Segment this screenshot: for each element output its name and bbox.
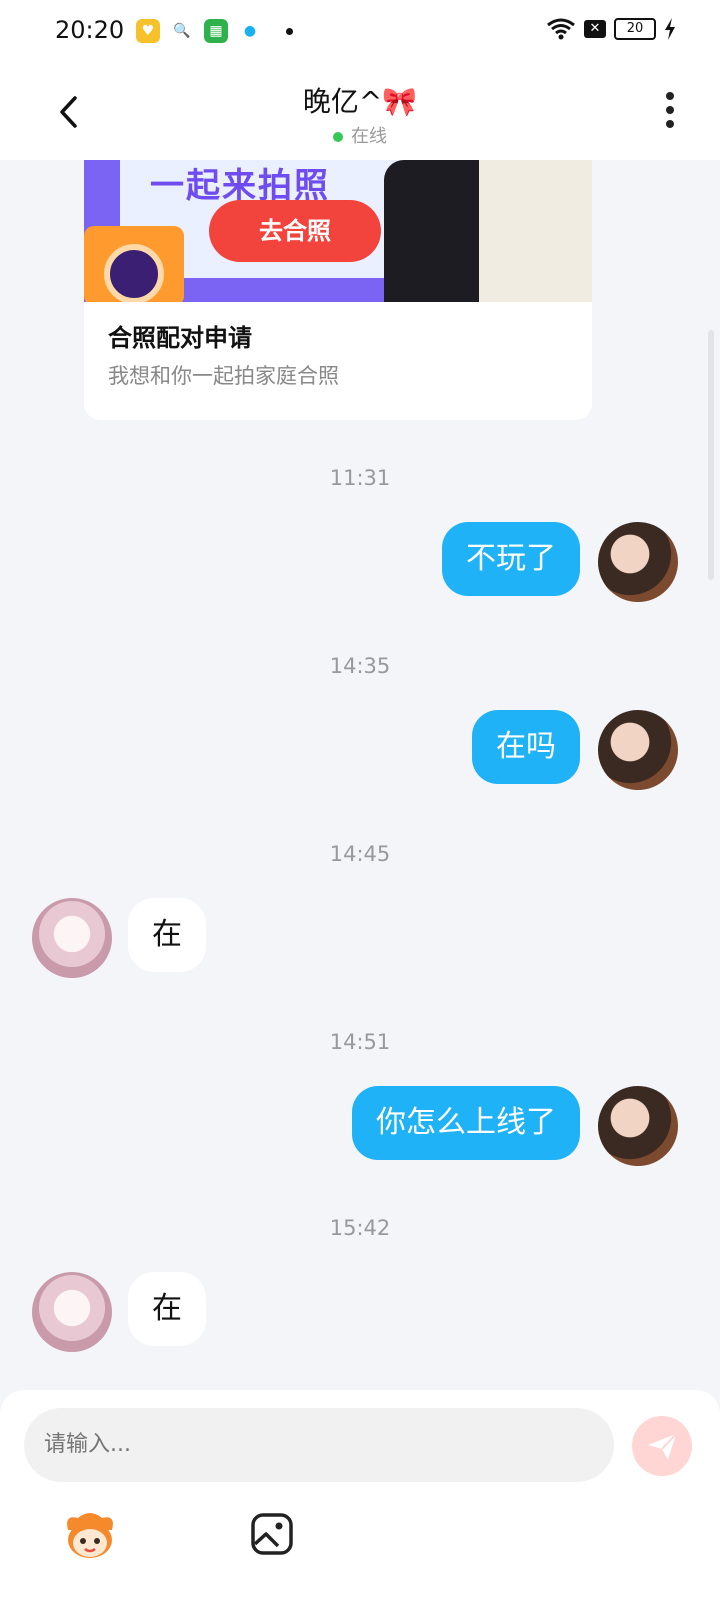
photo-invite-card[interactable]: 一起来拍照 去合照 合照配对申请 我想和你一起拍家庭合照 (84, 160, 592, 420)
contact-name: 晚亿^🎀 (302, 85, 418, 118)
send-button[interactable] (632, 1416, 692, 1476)
wifi-icon (547, 18, 575, 40)
app-notification-icon: ♥ (136, 19, 160, 43)
timestamp: 11:31 (329, 466, 391, 490)
system-icons: ✕ 20 (546, 18, 676, 40)
more-notifications-dot (286, 27, 293, 35)
search-app-icon: 🔍 (170, 19, 194, 43)
send-icon (648, 1433, 677, 1460)
status-time: 20:20 (55, 16, 125, 44)
message-bubble-received[interactable]: 在 (128, 1272, 206, 1346)
charging-icon (665, 18, 675, 40)
message-bubble-sent[interactable]: 不玩了 (442, 522, 580, 596)
composer-bar (0, 1390, 720, 1600)
status-bar: 20:20 ♥ 🔍 ▦ ● ✕ 20 (0, 0, 720, 62)
my-avatar[interactable] (598, 522, 678, 602)
online-dot (333, 132, 343, 142)
image-icon[interactable] (250, 1512, 294, 1556)
contact-avatar[interactable] (32, 898, 112, 978)
online-status-text: 在线 (351, 126, 387, 147)
timestamp: 14:35 (329, 654, 391, 678)
chat-scrollbar[interactable] (708, 330, 714, 580)
card-title: 合照配对申请 (108, 324, 252, 352)
store-app-icon: ▦ (204, 19, 228, 43)
timestamp: 14:45 (329, 842, 391, 866)
message-bubble-received[interactable]: 在 (128, 898, 206, 972)
message-input[interactable] (24, 1408, 614, 1482)
my-avatar[interactable] (598, 710, 678, 790)
notification-icons: ♥ 🔍 ▦ ● (136, 19, 293, 43)
battery-indicator: 20 (614, 18, 656, 40)
my-avatar[interactable] (598, 1086, 678, 1166)
timestamp: 15:42 (329, 1216, 391, 1240)
more-icon[interactable] (664, 90, 676, 130)
card-subtitle: 我想和你一起拍家庭合照 (108, 364, 339, 388)
photo-banner: 一起来拍照 去合照 (84, 160, 592, 302)
go-photo-button[interactable]: 去合照 (209, 200, 381, 262)
timestamp: 14:51 (329, 1030, 391, 1054)
chat-header: 晚亿^🎀 在线 (0, 62, 720, 160)
no-sim-icon: ✕ (584, 20, 606, 38)
online-status: 在线 (0, 122, 720, 148)
message-bubble-sent[interactable]: 你怎么上线了 (352, 1086, 580, 1160)
qq-app-icon: ● (238, 19, 262, 43)
contact-avatar[interactable] (32, 1272, 112, 1352)
message-bubble-sent[interactable]: 在吗 (472, 710, 580, 784)
mascot-icon[interactable] (62, 1510, 118, 1562)
